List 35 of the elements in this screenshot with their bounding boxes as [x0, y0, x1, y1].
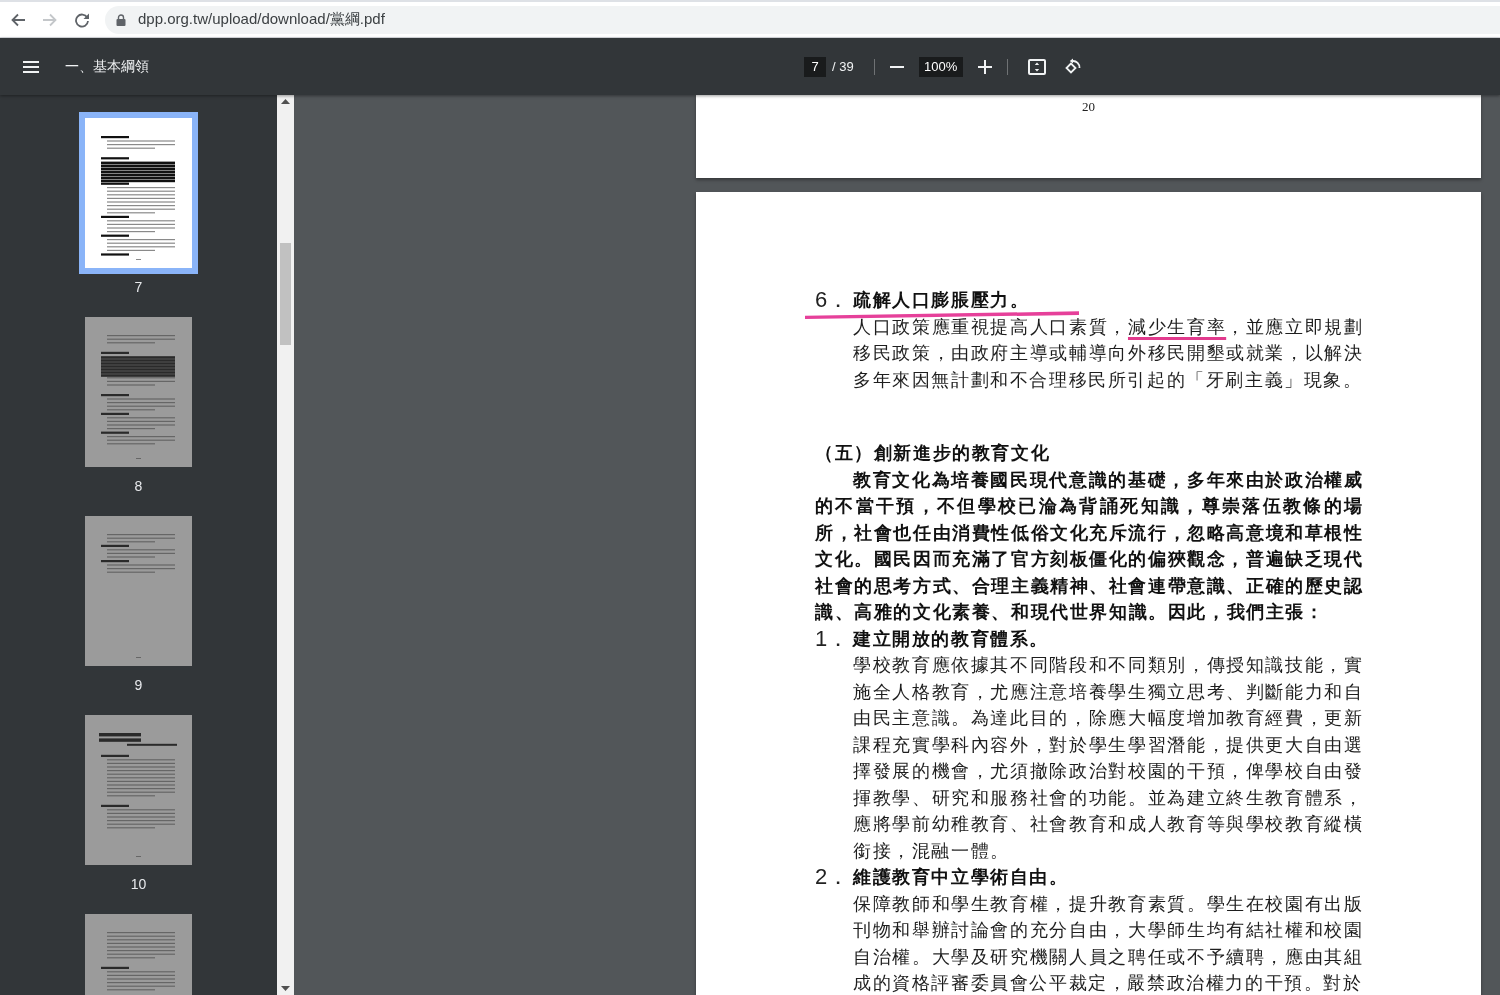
reload-icon[interactable]	[74, 11, 90, 28]
rotate-icon[interactable]	[1063, 57, 1082, 76]
scroll-down-icon[interactable]	[281, 986, 290, 991]
page-thumbnail[interactable]	[85, 317, 192, 467]
zoom-field[interactable]: 100%	[918, 56, 963, 77]
item-heading: 維護教育中立學術自由。	[853, 866, 1069, 889]
scrollbar-thumb[interactable]	[280, 243, 291, 345]
page-thumbnail[interactable]	[79, 112, 198, 274]
section-heading: （五）創新進步的教育文化	[815, 442, 1052, 465]
page-label: 10	[130, 875, 147, 894]
zoom-in-icon[interactable]	[977, 59, 992, 74]
document-title: 一、基本綱領	[65, 57, 149, 76]
menu-icon[interactable]	[23, 60, 39, 73]
paragraph: 人口政策應重視提高人口素質，減少生育率，並應立即規劃 移民政策，由政府主導或輔導向外移民開墾或就業，以解決 多年來因無計劃和不合理移民所引起的「牙刷主義」現象。	[852, 315, 1362, 392]
paragraph: 學校教育應依據其不同階段和不同類別，傳授知識技能，實 施全人格教育，尤應注意培養學生獨立思考、判斷能力和自 由民主意識。為達此目的，除應大幅度增加教育經費，更新 課程充實學科內容外，對於學生學習潛能，提供更大自由選 擇發展的機會，尤須撤除政治對校園的干預，俾學校自由發 揮教學、研究和服務社會的功能。並為建立終生教育體系， 應將學前幼稚教育、社會教育和成人教育等與學校教育縱橫 銜接，混融一體。	[852, 654, 1362, 863]
back-icon[interactable]	[10, 11, 26, 28]
scroll-up-icon[interactable]	[281, 99, 290, 104]
page-thumbnail[interactable]	[85, 516, 192, 666]
page-label: 8	[134, 477, 143, 496]
page-label: 9	[134, 676, 143, 695]
paragraph: 保障教師和學生教育權，提升教育素質。學生在校園有出版 刊物和舉辦討論會的充分自由，大學師生均有結社權和校園 自治權。大學及研究機關人員之聘任或不予續聘，應由其組 成的資格評審委員會公平裁定，嚴禁政治權力的干預。對於	[852, 892, 1362, 995]
page-label: 7	[134, 278, 143, 297]
fit-page-icon[interactable]	[1027, 58, 1046, 75]
item-heading: 疏解人口膨脹壓力。	[853, 289, 1030, 312]
address-bar[interactable]: dpp.org.tw/upload/download/黨綱.pdf	[105, 5, 1500, 34]
page-thumbnail[interactable]	[85, 715, 192, 865]
lock-icon	[116, 13, 126, 26]
paragraph: 教育文化為培養國民現代意識的基礎，多年來由於政治權威 的不當干預，不但學校已淪為背誦死知識，尊崇落伍教條的場 所，社會也任由消費性低俗文化充斥流行，忽略高意境和草根性 文化。國民因而充滿了官方刻板僵化的偏狹觀念，普遍缺乏現代 社會的思考方式、合理主義精神、社會連帶意識、正確的歷史認 識、高雅的文化素養、和現代世界知識。因此，我們主張：	[815, 468, 1362, 624]
page-number-text: 20	[1082, 99, 1095, 114]
item-number: 6．	[815, 287, 851, 314]
item-heading: 建立開放的教育體系。	[853, 627, 1049, 651]
page-number-field[interactable]: 7	[804, 56, 826, 77]
item-number: 2．	[815, 864, 851, 891]
item-number: 1．	[815, 625, 851, 652]
page-count-text: / 39	[832, 59, 854, 74]
